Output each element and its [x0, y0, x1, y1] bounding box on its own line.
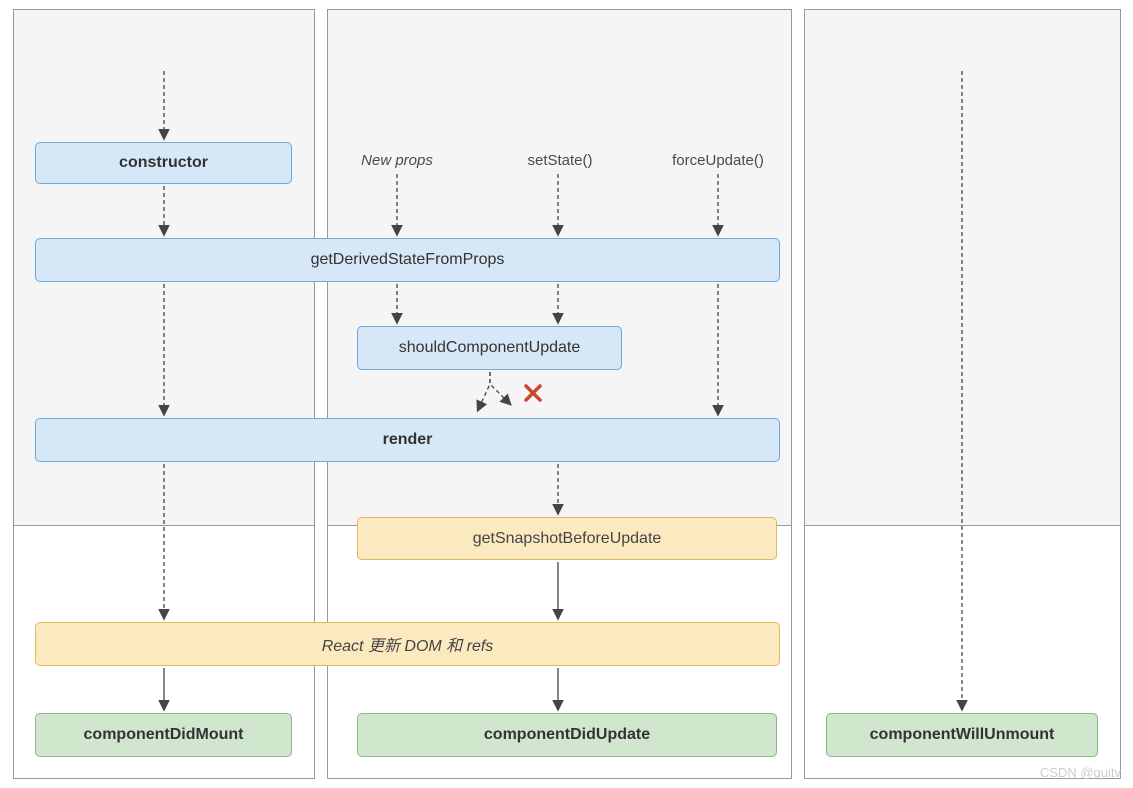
cancel-icon [524, 384, 542, 402]
box-component-did-mount: componentDidMount [35, 713, 292, 757]
trigger-set-state: setState() [510, 152, 610, 169]
box-get-derived-state: getDerivedStateFromProps [35, 238, 780, 282]
box-render: render [35, 418, 780, 462]
box-should-component-update: shouldComponentUpdate [357, 326, 622, 370]
watermark: CSDN @quitv [1040, 765, 1121, 780]
box-constructor: constructor [35, 142, 292, 184]
trigger-new-props: New props [347, 152, 447, 169]
trigger-force-update: forceUpdate() [668, 152, 768, 169]
box-component-will-unmount: componentWillUnmount [826, 713, 1098, 757]
box-component-did-update: componentDidUpdate [357, 713, 777, 757]
box-react-updates: React 更新 DOM 和 refs [35, 622, 780, 666]
column-unmount: 卸载时 [804, 9, 1121, 779]
column-unmount-top [805, 10, 1120, 526]
box-get-snapshot: getSnapshotBeforeUpdate [357, 517, 777, 560]
